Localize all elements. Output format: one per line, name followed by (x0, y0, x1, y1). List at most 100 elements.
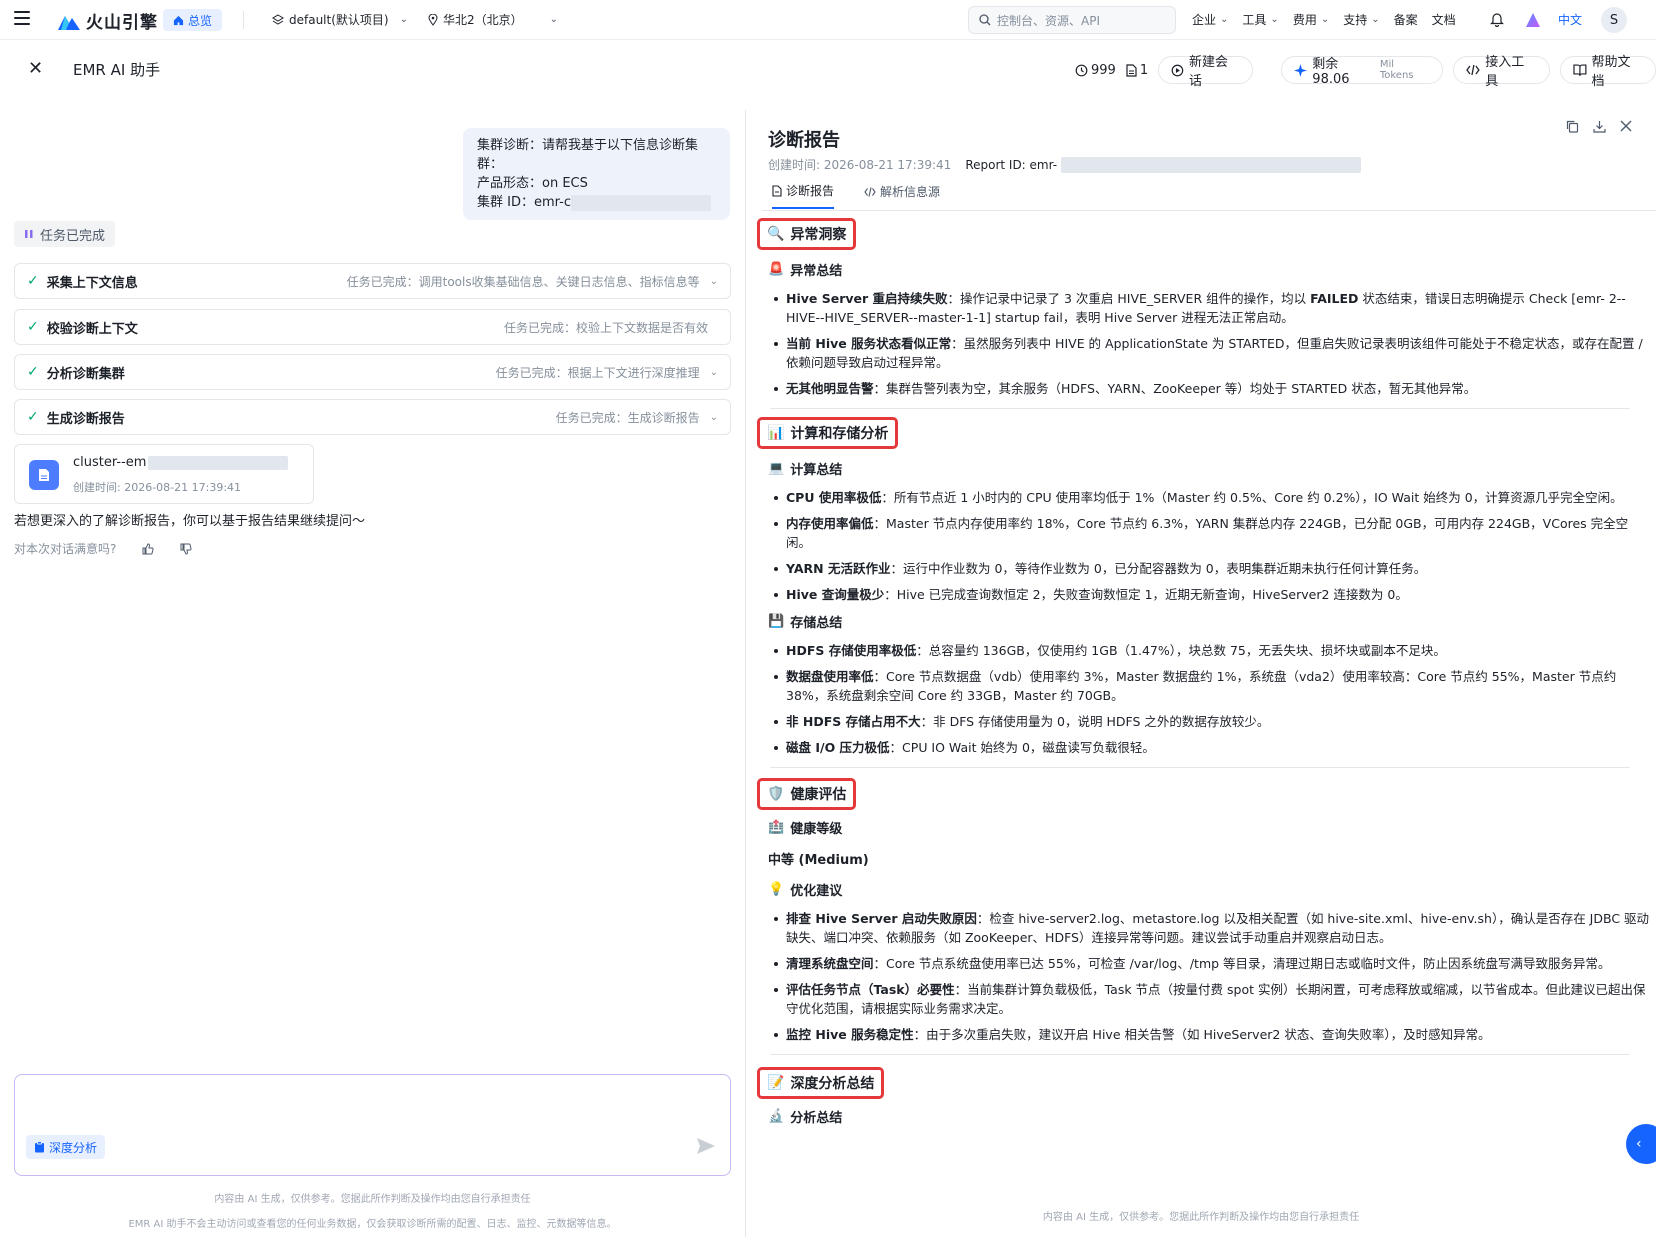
memo-icon: 📝 (767, 1075, 785, 1091)
report-panel: 诊断报告 创建时间: 2026-08-21 17:39:41 Report ID… (746, 96, 1656, 1237)
report-created: 创建时间: 2026-08-21 17:39:41 (768, 158, 952, 172)
nav-tools[interactable]: 工具 ⌄ (1242, 11, 1278, 28)
chevron-down-icon: ⌄ (1320, 14, 1330, 25)
connect-tools-button[interactable]: 接入工具 (1453, 55, 1550, 89)
nav-divider (243, 11, 244, 29)
user-message: 集群诊断：请帮我基于以下信息诊断集群： 产品形态：on ECS 集群 ID：em… (463, 128, 730, 220)
close-icon[interactable] (1620, 120, 1632, 132)
header-actions: 999 1 新建会话 剩余98.06 Mil Tokens 接入工具 帮助文档 (1075, 55, 1656, 89)
book-icon (1573, 64, 1587, 76)
report-toolbar (1566, 120, 1632, 133)
chevron-down-icon: ⌄ (1371, 14, 1380, 25)
task-step-desc: 任务已完成：调用tools收集基础信息、关键日志信息、指标信息等 (346, 274, 700, 289)
task-step-title: 校验诊断上下文 (46, 321, 138, 337)
tab-label: 诊断报告 (786, 184, 835, 198)
section-header-anomaly: 🔍 异常洞察 (757, 218, 857, 250)
check-icon: ✓ (27, 409, 39, 425)
history-icon (1075, 64, 1088, 76)
chat-input[interactable]: 深度分析 (14, 1074, 731, 1176)
report-file-card[interactable]: cluster--em 创建时间: 2026-08-21 17:39:41 (14, 444, 314, 504)
list-item: 内存使用率偏低：Master 节点内存使用率约 18%，Core 节点约 6.3… (774, 514, 1650, 552)
help-docs-label: 帮助文档 (1591, 55, 1631, 89)
subsection-header: 💾 存储总结 (768, 612, 1650, 631)
ai-assistant-icon[interactable] (1524, 11, 1542, 29)
subsection-title: 存储总结 (790, 616, 843, 631)
list-item: Hive 查询量极少：Hive 已完成查询数恒定 2，失败查询数恒定 1，近期无… (774, 585, 1650, 604)
health-level: 中等 (Medium) (768, 853, 869, 868)
task-step[interactable]: ✓ 分析诊断集群 任务已完成：根据上下文进行深度推理 ⌄ (14, 354, 731, 390)
nav-support[interactable]: 支持 ⌄ (1343, 11, 1379, 28)
lightbulb-icon: 💡 (768, 882, 785, 897)
siren-icon: 🚨 (768, 262, 785, 277)
layers-icon (272, 13, 284, 25)
tab-diagnosis-report[interactable]: 诊断报告 (772, 182, 835, 209)
new-chat-button[interactable]: 新建会话 (1158, 55, 1254, 89)
thumbs-down-icon[interactable] (180, 542, 192, 555)
nav-enterprise[interactable]: 企业 ⌄ (1192, 11, 1228, 28)
document-count: 1 (1139, 62, 1149, 78)
task-step-title: 生成诊断报告 (46, 411, 125, 427)
assistant-header: ✕ EMR AI 助手 999 1 新建会话 剩余98.06 Mil Token… (0, 44, 1656, 96)
document-icon (1126, 63, 1137, 77)
clipboard-icon (35, 1141, 44, 1153)
send-icon[interactable] (696, 1137, 716, 1155)
menu-icon[interactable] (14, 11, 30, 25)
task-step-desc: 任务已完成：根据上下文进行深度推理 (495, 365, 700, 380)
help-docs-button[interactable]: 帮助文档 (1559, 55, 1656, 89)
project-selector[interactable]: default(默认项目) ⌄ (272, 11, 408, 28)
task-step-desc: 任务已完成：校验上下文数据是否有效 (503, 320, 708, 335)
list-item: 磁盘 I/O 压力极低：CPU IO Wait 始终为 0，磁盘读写负载很轻。 (774, 738, 1650, 757)
report-tabs: 诊断报告 解析信息源 (772, 182, 940, 209)
anomaly-list: Hive Server 重启持续失败：操作记录中记录了 3 次重启 HIVE_S… (774, 289, 1650, 398)
subsection-title: 健康等级 (790, 822, 843, 837)
brand[interactable]: 火山引擎 (58, 8, 158, 33)
app-title: EMR AI 助手 (73, 61, 161, 79)
token-balance[interactable]: 剩余98.06 Mil Tokens (1281, 56, 1444, 87)
deep-analysis-button[interactable]: 深度分析 (26, 1135, 106, 1159)
list-item: 排查 Hive Server 启动失败原因：检查 hive-server2.lo… (774, 911, 1650, 945)
list-item: YARN 无活跃作业：运行中作业数为 0，等待作业数为 0，已分配容器数为 0，… (774, 559, 1650, 578)
search-placeholder: 控制台、资源、API (997, 13, 1100, 28)
tab-source-info[interactable]: 解析信息源 (864, 182, 940, 209)
check-icon: ✓ (27, 319, 39, 335)
cluster-id: 集群 ID：emr-c (477, 195, 571, 210)
close-icon[interactable]: ✕ (28, 58, 43, 79)
region-selector[interactable]: 华北2（北京） ⌄ (428, 11, 558, 28)
list-item: 数据盘使用率低：Core 节点数据盘（vdb）使用率约 3%，Master 数据… (774, 667, 1650, 705)
nav-icp[interactable]: 备案 (1394, 11, 1418, 28)
sparkle-icon (1294, 63, 1308, 77)
document-counter[interactable]: 1 (1126, 63, 1148, 78)
user-avatar[interactable]: S (1601, 7, 1627, 33)
bar-chart-icon: 📊 (767, 425, 785, 441)
compute-list: CPU 使用率极低：所有节点近 1 小时内的 CPU 使用率均低于 1%（Mas… (774, 488, 1650, 604)
floppy-disk-icon: 💾 (768, 614, 785, 629)
list-item: 评估任务节点（Task）必要性：当前集群计算负载极低，Task 节点（按量付费 … (774, 980, 1650, 1018)
chat-panel: 集群诊断：请帮我基于以下信息诊断集群： 产品形态：on ECS 集群 ID：em… (0, 96, 745, 1237)
thumbs-up-icon[interactable] (142, 542, 154, 555)
new-chat-icon (1171, 64, 1184, 76)
task-step[interactable]: ✓ 采集上下文信息 任务已完成：调用tools收集基础信息、关键日志信息、指标信… (14, 263, 731, 299)
home-button[interactable]: 总览 (163, 9, 223, 31)
task-step[interactable]: ✓ 生成诊断报告 任务已完成：生成诊断报告 ⌄ (14, 399, 731, 435)
list-item: Hive Server 重启持续失败：操作记录中记录了 3 次重启 HIVE_S… (774, 289, 1650, 327)
chevron-down-icon: ⌄ (1220, 14, 1229, 25)
new-chat-label: 新建会话 (1188, 55, 1228, 89)
subsection-header: 🏥 健康等级 (768, 818, 1650, 837)
download-icon[interactable] (1593, 120, 1606, 133)
list-item: 清理系统盘空间：Core 节点系统盘使用率已达 55%，可检查 /var/log… (774, 954, 1650, 973)
nav-docs[interactable]: 文档 (1432, 11, 1456, 28)
bell-icon[interactable] (1490, 12, 1504, 27)
list-item: CPU 使用率极低：所有节点近 1 小时内的 CPU 使用率均低于 1%（Mas… (774, 488, 1650, 507)
global-search-input[interactable]: 控制台、资源、API (968, 6, 1176, 34)
volcano-logo-icon (58, 15, 80, 30)
subsection-header: 🔬 分析总结 (768, 1107, 1650, 1126)
nav-billing[interactable]: 费用 ⌄ (1293, 11, 1329, 28)
hospital-icon: 🏥 (768, 820, 785, 835)
chevron-down-icon: ⌄ (709, 411, 718, 423)
language-switch[interactable]: 中文 (1558, 11, 1582, 28)
report-disclaimer: 内容由 AI 生成，仅供参考。您据此所作判断及操作均由您自行承担责任 (1042, 1212, 1360, 1223)
history-counter[interactable]: 999 (1075, 63, 1116, 78)
chevron-down-icon: ⌄ (1270, 14, 1279, 25)
task-step[interactable]: ✓ 校验诊断上下文 任务已完成：校验上下文数据是否有效 (14, 309, 731, 345)
copy-icon[interactable] (1566, 120, 1579, 133)
